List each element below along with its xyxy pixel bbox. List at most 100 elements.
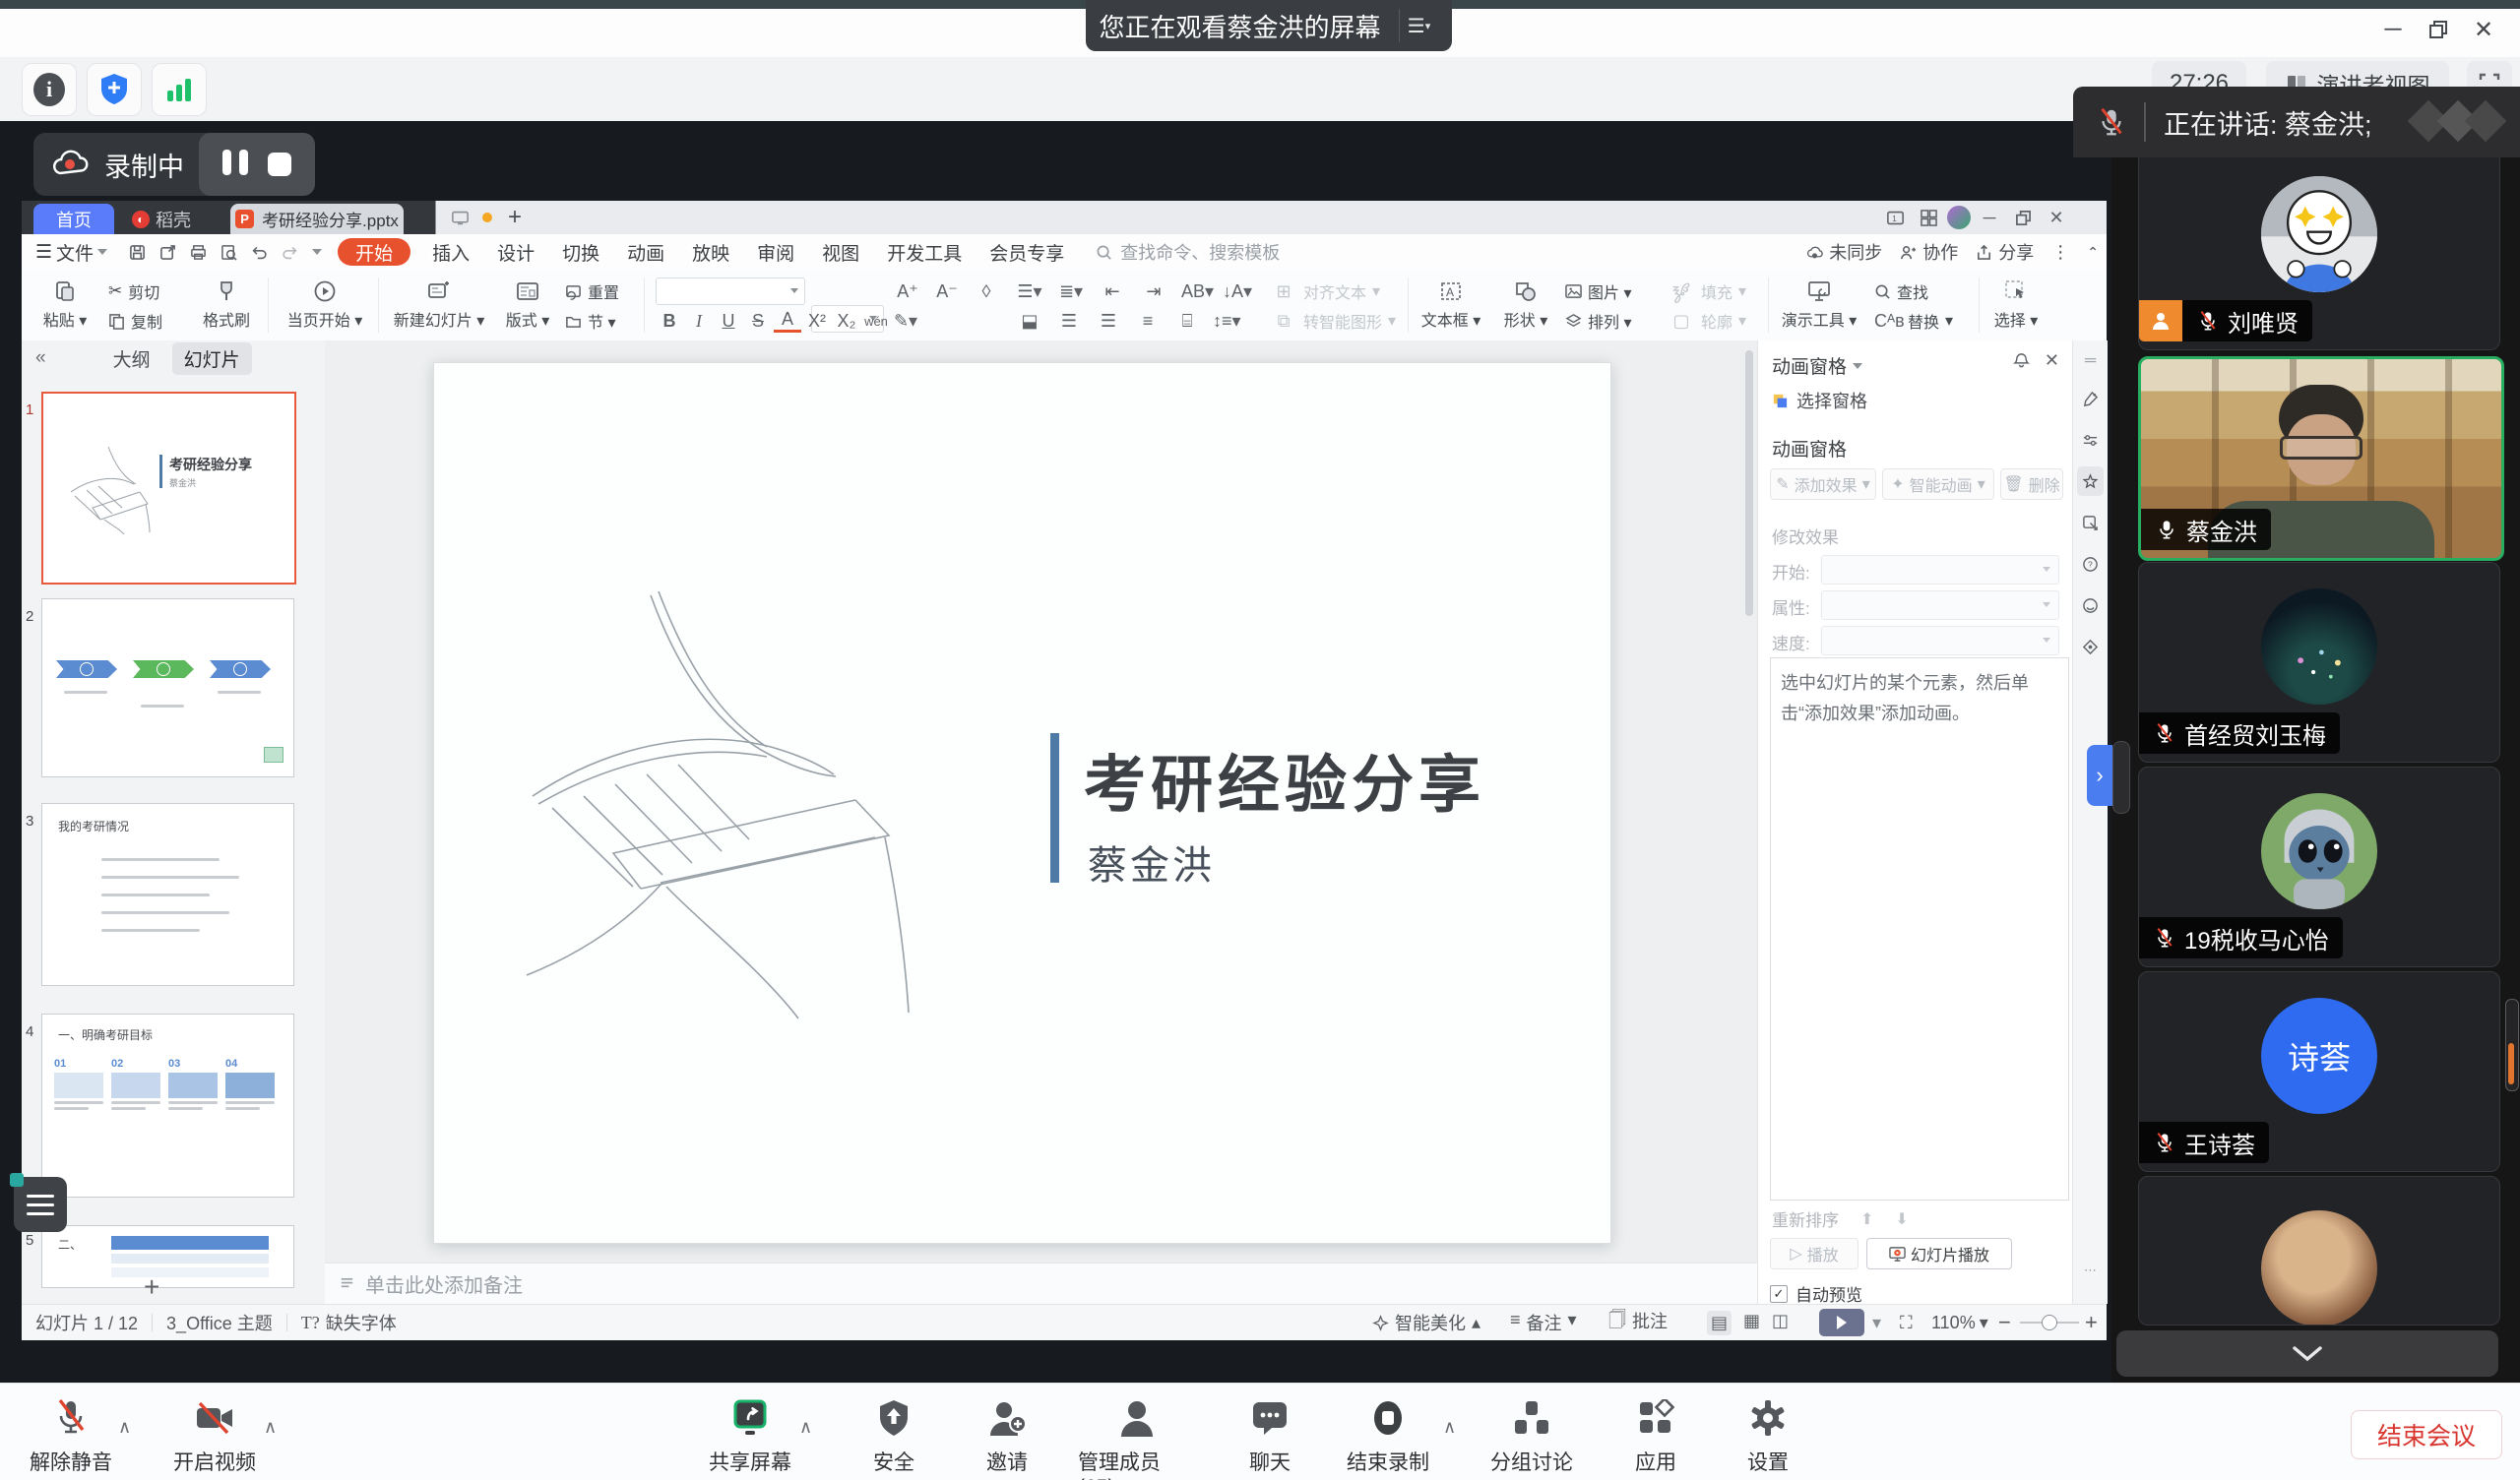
canvas-scrollbar[interactable] bbox=[1745, 350, 1753, 616]
current-slide[interactable]: 考研经验分享 蔡金洪 bbox=[433, 362, 1611, 1244]
bullet-list-button[interactable]: ☰▾ bbox=[1016, 281, 1043, 302]
sync-status-button[interactable]: 未同步 bbox=[1806, 239, 1882, 265]
participant-tile[interactable]: 诗荟 王诗荟 bbox=[2138, 971, 2500, 1172]
reset-button[interactable]: 重置 bbox=[565, 278, 619, 305]
reading-view-icon[interactable]: ◫ bbox=[1772, 1311, 1789, 1335]
layout-button[interactable]: 版式 ▾ bbox=[496, 274, 559, 337]
slide-thumbnail-2[interactable] bbox=[41, 598, 294, 777]
strikethrough-button[interactable]: S bbox=[744, 311, 772, 332]
property-select[interactable] bbox=[1821, 590, 2059, 620]
sticker-icon[interactable] bbox=[2077, 590, 2104, 620]
meeting-security-button[interactable] bbox=[87, 63, 142, 116]
fill-button[interactable]: 🝳填充▾ bbox=[1668, 278, 1746, 305]
selection-pane-icon[interactable] bbox=[2077, 508, 2104, 537]
workspace-grid-icon[interactable] bbox=[1914, 203, 1943, 232]
numbered-list-button[interactable]: ≣▾ bbox=[1057, 281, 1085, 302]
align-text-button[interactable]: ⊞对齐文本▾ bbox=[1270, 278, 1380, 305]
chat-button[interactable]: 聊天 bbox=[1211, 1397, 1329, 1476]
breakout-rooms-button[interactable]: 分组讨论 bbox=[1473, 1397, 1591, 1476]
properties-icon[interactable] bbox=[2077, 425, 2104, 455]
add-slide-button[interactable]: + bbox=[144, 1271, 159, 1303]
reorder-down-button[interactable]: ⬇ bbox=[1895, 1209, 1908, 1229]
normal-view-icon[interactable]: ▤ bbox=[1707, 1311, 1732, 1335]
decrease-font-button[interactable]: A⁻ bbox=[933, 281, 961, 302]
paste-button[interactable]: 粘贴 ▾ bbox=[30, 274, 100, 337]
slide-thumbnail-3[interactable]: 我的考研情况 bbox=[41, 803, 294, 986]
minimize-button[interactable]: ─ bbox=[2370, 11, 2416, 48]
zoom-out-button[interactable]: − bbox=[1998, 1310, 2011, 1335]
pause-recording-button[interactable] bbox=[222, 150, 248, 180]
slide-thumbnail-5[interactable]: 二、 bbox=[41, 1225, 294, 1288]
unmute-button[interactable]: 解除静音 bbox=[12, 1397, 130, 1476]
close-button[interactable]: ✕ bbox=[2461, 11, 2506, 48]
play-from-page-button[interactable]: 当页开始 ▾ bbox=[280, 274, 370, 337]
apps-button[interactable]: 应用 bbox=[1597, 1397, 1715, 1476]
present-tools-button[interactable]: 演示工具 ▾ bbox=[1774, 274, 1864, 337]
redo-icon[interactable] bbox=[282, 244, 298, 261]
italic-button[interactable]: I bbox=[685, 311, 713, 332]
slide-sorter-view-icon[interactable]: ▦ bbox=[1743, 1311, 1760, 1335]
comments-button[interactable]: 🗍 批注 bbox=[1608, 1308, 1668, 1337]
start-select[interactable] bbox=[1821, 555, 2059, 585]
collaborate-button[interactable]: 协作 bbox=[1900, 239, 1958, 265]
smart-animation-button[interactable]: ✦ 智能动画 ▾ bbox=[1882, 468, 1994, 500]
save-icon[interactable] bbox=[129, 244, 146, 261]
share-options-caret[interactable]: ∧ bbox=[799, 1417, 812, 1438]
record-options-caret[interactable]: ∧ bbox=[1443, 1417, 1456, 1438]
delete-effect-button[interactable]: 🗑删除 bbox=[2000, 468, 2063, 500]
tab-wps-home[interactable]: 首页 bbox=[33, 204, 114, 234]
arrange-button[interactable]: 排列 ▾ bbox=[1565, 307, 1632, 335]
copy-button[interactable]: 复制 bbox=[108, 307, 162, 335]
zoom-slider-knob[interactable] bbox=[2042, 1315, 2057, 1330]
ribbon-tab-view[interactable]: 视图 bbox=[808, 234, 873, 270]
new-slide-button[interactable]: 新建幻灯片 ▾ bbox=[388, 274, 490, 337]
sidebar-resize-grip[interactable] bbox=[2112, 741, 2130, 814]
invite-button[interactable]: 邀请 bbox=[948, 1397, 1066, 1476]
participant-tile[interactable]: 19税收马心怡 bbox=[2138, 767, 2500, 967]
shapes-button[interactable]: 形状 ▾ bbox=[1494, 274, 1557, 337]
justify-button[interactable]: ≡ bbox=[1134, 311, 1162, 332]
align-left-button[interactable]: ⬓ bbox=[1016, 311, 1043, 332]
replace-button[interactable]: Cᴬʙ替换▾ bbox=[1874, 307, 1953, 335]
more-menu-icon[interactable]: ⋮ bbox=[2051, 242, 2069, 263]
select-button[interactable]: 选择 ▾ bbox=[1984, 274, 2048, 337]
ribbon-tab-start[interactable]: 开始 bbox=[338, 238, 410, 266]
watch-menu-icon[interactable]: ☰▾ bbox=[1399, 9, 1439, 42]
superscript-button[interactable]: X² bbox=[803, 311, 831, 332]
participant-tile-partial[interactable] bbox=[2138, 1176, 2500, 1326]
pin-pane-icon[interactable] bbox=[2013, 352, 2030, 374]
text-direction-button[interactable]: AB▾ bbox=[1181, 281, 1209, 302]
ribbon-tab-transition[interactable]: 切换 bbox=[548, 234, 613, 270]
scroll-down-participants-button[interactable] bbox=[2116, 1330, 2498, 1377]
end-meeting-button[interactable]: 结束会议 bbox=[2351, 1410, 2502, 1459]
strip-more-icon[interactable]: ⋯ bbox=[2077, 1256, 2104, 1285]
highlight-button[interactable]: ✎▾ bbox=[892, 311, 919, 332]
stop-recording-button[interactable] bbox=[268, 153, 291, 176]
slide-thumbnail-4[interactable]: 一、明确考研目标 01 02 03 04 bbox=[41, 1014, 294, 1198]
wps-minimize-button[interactable]: ─ bbox=[1975, 203, 2004, 232]
line-spacing-button[interactable]: ↕≡▾ bbox=[1213, 311, 1240, 332]
command-search-box[interactable]: 查找命令、搜索模板 bbox=[1096, 239, 1280, 265]
align-right-button[interactable]: ☰ bbox=[1095, 311, 1122, 332]
network-quality-button[interactable] bbox=[152, 63, 207, 116]
find-button[interactable]: 查找 bbox=[1874, 278, 1928, 305]
participant-tile[interactable]: 首经贸刘玉梅 bbox=[2138, 562, 2500, 763]
restore-button[interactable] bbox=[2416, 11, 2461, 48]
bold-button[interactable]: B bbox=[656, 311, 683, 332]
font-color-button[interactable]: A bbox=[774, 309, 801, 333]
increase-font-button[interactable]: A⁺ bbox=[894, 281, 921, 302]
ribbon-tab-animation[interactable]: 动画 bbox=[613, 234, 678, 270]
share-button[interactable]: 分享 bbox=[1976, 239, 2034, 265]
distribute-button[interactable]: ⌸ bbox=[1173, 311, 1201, 332]
ribbon-tab-design[interactable]: 设计 bbox=[483, 234, 548, 270]
clear-format-button[interactable]: ◊ bbox=[973, 281, 1000, 302]
slideshow-play-button[interactable]: 幻灯片播放 bbox=[1866, 1238, 2012, 1269]
phonetic-guide-button[interactable]: wén bbox=[862, 314, 890, 329]
participant-tile[interactable]: 刘唯贤 bbox=[2138, 150, 2500, 350]
close-pane-icon[interactable]: ✕ bbox=[2045, 350, 2059, 371]
start-video-button[interactable]: 开启视频 bbox=[156, 1397, 274, 1476]
account-avatar[interactable] bbox=[1947, 206, 1971, 229]
participants-scrollbar-thumb[interactable] bbox=[2508, 1043, 2514, 1084]
fit-slide-icon[interactable]: ⛶ bbox=[1900, 1313, 1913, 1333]
print-icon[interactable] bbox=[190, 244, 207, 261]
